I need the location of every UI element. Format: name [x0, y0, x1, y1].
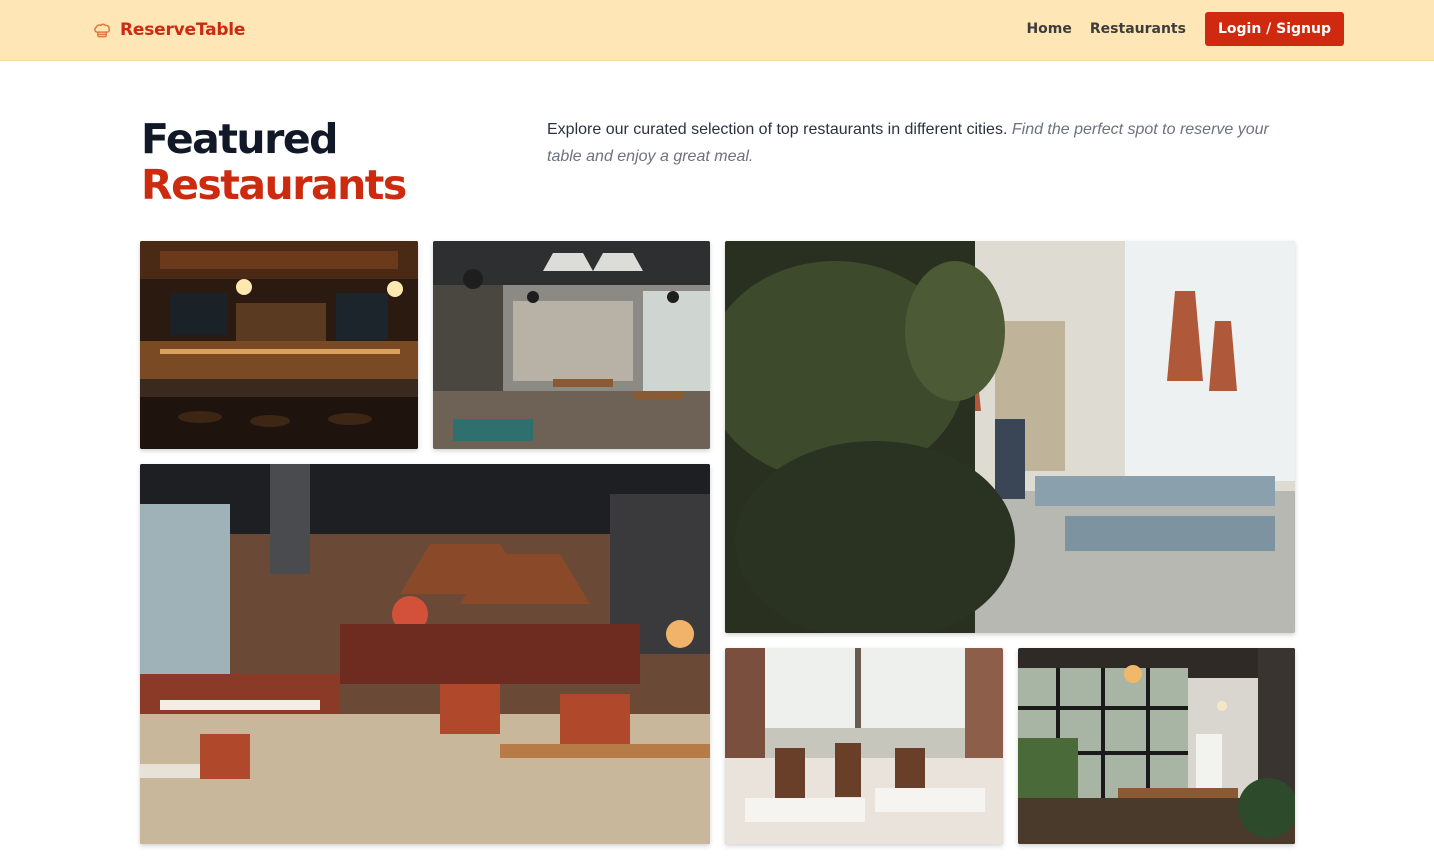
navbar: ReserveTable Home Restaurants Login / Si… [0, 0, 1434, 61]
page-title-line2: Restaurants [141, 161, 407, 209]
restaurant-photo-plants-dining-room[interactable] [725, 241, 1295, 633]
nav-links: Home Restaurants Login / Signup [1026, 12, 1344, 46]
page-title: Featured Restaurants [141, 115, 407, 209]
restaurant-photo-large-dining-hall[interactable] [140, 464, 710, 844]
restaurant-photo-window-tables[interactable] [725, 648, 1003, 844]
login-signup-button[interactable]: Login / Signup [1204, 12, 1344, 46]
intro-text: Explore our curated selection of top res… [547, 121, 1008, 138]
restaurant-photo-industrial-windows[interactable] [1018, 648, 1295, 844]
chef-hat-icon [94, 23, 111, 38]
brand-logo-link[interactable]: ReserveTable [92, 17, 245, 43]
nav-home-link[interactable]: Home [1026, 12, 1071, 46]
page-title-line1: Featured [141, 115, 338, 163]
nav-restaurants-link[interactable]: Restaurants [1090, 12, 1186, 46]
restaurant-photo-industrial-cafe[interactable] [433, 241, 710, 449]
intro-paragraph: Explore our curated selection of top res… [547, 116, 1297, 170]
restaurant-photo-bar[interactable] [140, 241, 418, 449]
brand-name: ReserveTable [120, 20, 246, 40]
